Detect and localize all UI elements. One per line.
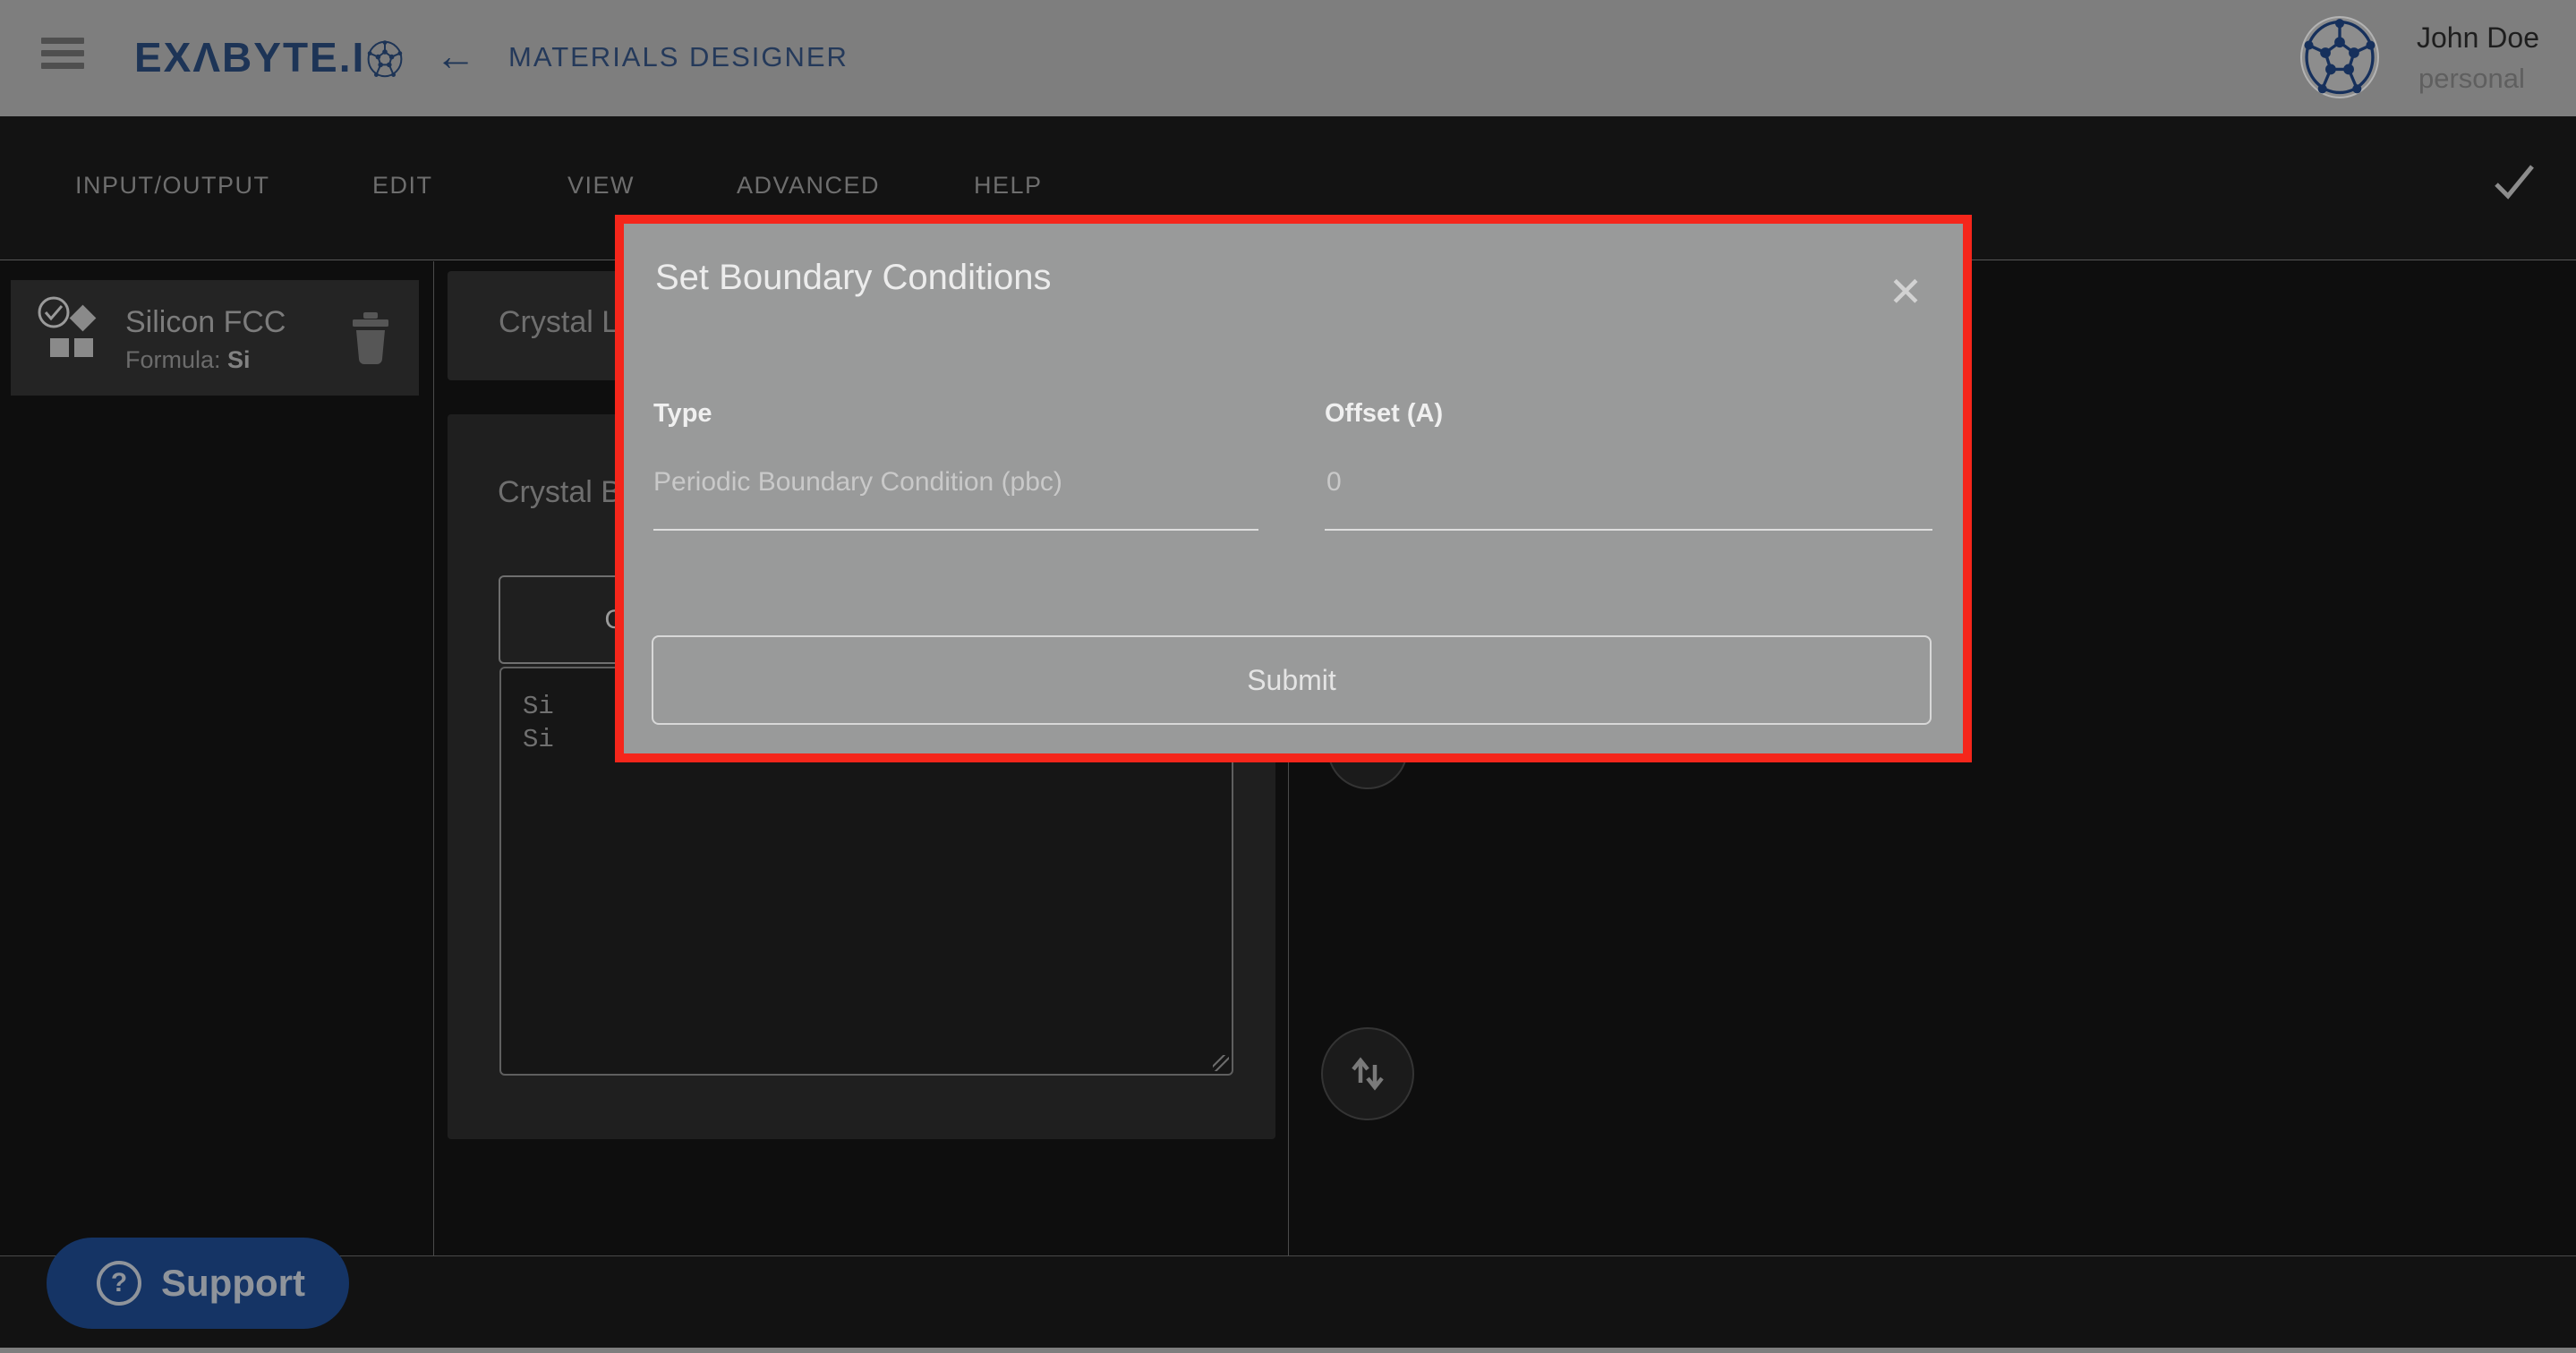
material-check-icon — [38, 296, 100, 362]
menu-item-help[interactable]: HELP — [974, 172, 1043, 200]
swap-vertical-icon — [1346, 1052, 1389, 1095]
sidebar-divider — [433, 261, 434, 1255]
offset-field-label: Offset (A) — [1325, 399, 1443, 429]
avatar-fullerene-icon — [2302, 18, 2377, 97]
menu-item-edit[interactable]: EDIT — [372, 172, 433, 200]
material-list-item[interactable]: Silicon FCC Formula: Si — [11, 280, 419, 396]
top-app-bar: EXΛBYTE.I MATERIALS DESIGNER — [0, 0, 2576, 116]
support-button[interactable]: Support — [47, 1238, 349, 1329]
app-root: EXΛBYTE.I MATERIALS DESIGNER — [0, 0, 2576, 1353]
formula-label: Formula: — [125, 346, 227, 373]
menu-item-input-output[interactable]: INPUT/OUTPUT — [75, 172, 270, 200]
user-account: personal — [2418, 63, 2525, 95]
menu-item-advanced[interactable]: ADVANCED — [737, 172, 880, 200]
type-field-label: Type — [653, 399, 712, 429]
menu-item-view[interactable]: VIEW — [567, 172, 635, 200]
type-underline — [653, 529, 1258, 531]
submit-button[interactable]: Submit — [652, 635, 1932, 725]
close-icon[interactable] — [1881, 267, 1931, 317]
fullerene-icon — [367, 40, 403, 78]
help-question-icon — [97, 1261, 141, 1306]
support-label: Support — [161, 1262, 305, 1305]
logo-text: EXΛBYTE.I — [134, 32, 365, 82]
formula-value: Si — [227, 346, 251, 373]
offset-underline — [1325, 529, 1932, 531]
back-arrow-icon[interactable] — [435, 30, 476, 81]
hamburger-menu-icon[interactable] — [41, 38, 84, 77]
type-select[interactable]: Periodic Boundary Condition (pbc) — [653, 467, 1062, 498]
save-check-icon[interactable] — [2493, 163, 2536, 200]
dialog-title: Set Boundary Conditions — [655, 258, 1052, 298]
material-formula: Formula: Si — [125, 346, 251, 374]
bottom-overlay-strip — [0, 1348, 2576, 1353]
boundary-conditions-dialog: Set Boundary Conditions Type Offset (A) … — [624, 224, 1963, 753]
offset-input[interactable]: 0 — [1326, 467, 1342, 498]
material-name: Silicon FCC — [125, 305, 286, 340]
page-title: MATERIALS DESIGNER — [508, 41, 849, 73]
exabyte-logo[interactable]: EXΛBYTE.I — [134, 32, 403, 82]
user-avatar[interactable] — [2300, 16, 2379, 98]
highlight-annotation-box: Set Boundary Conditions Type Offset (A) … — [615, 215, 1972, 762]
swap-axes-button[interactable] — [1321, 1027, 1414, 1120]
delete-trash-icon[interactable] — [349, 311, 392, 364]
user-name: John Doe — [2417, 21, 2539, 55]
bottom-bar — [0, 1256, 2576, 1353]
